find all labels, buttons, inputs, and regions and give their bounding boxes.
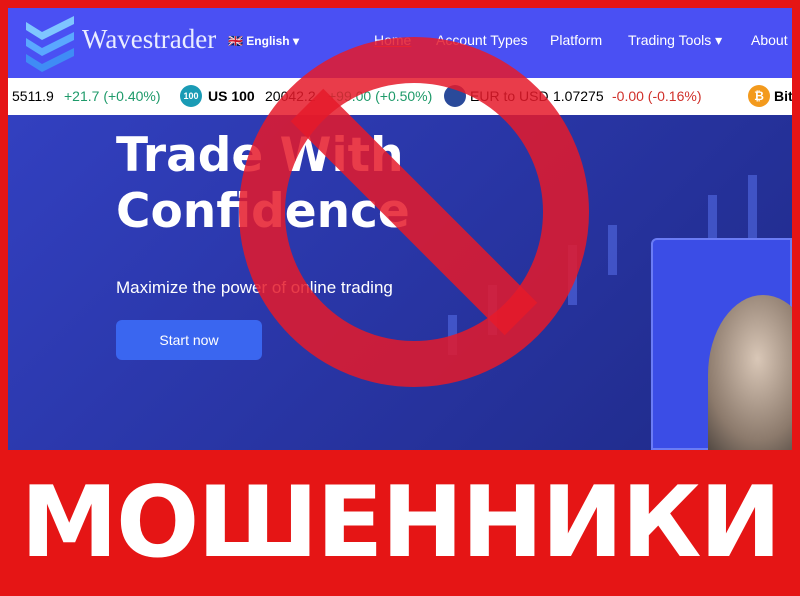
hero-subtitle: Maximize the power of online trading: [116, 278, 393, 297]
ticker-change: -0.00 (-0.16%): [612, 88, 702, 104]
eur-usd-flag-icon: [444, 85, 466, 107]
nav-home[interactable]: Home: [374, 32, 411, 48]
chart-candle: [608, 225, 617, 275]
hero-title: Trade With Confidence: [116, 128, 410, 240]
chart-candle: [568, 245, 577, 305]
nav-account-types[interactable]: Account Types: [436, 32, 528, 48]
nav-trading-tools[interactable]: Trading Tools ▾: [628, 32, 722, 49]
site-header: Wavestrader 🇬🇧 English ▾ Home Account Ty…: [8, 8, 792, 78]
ticker-name: Bit: [774, 88, 792, 104]
ticker-change: +21.7 (+0.40%): [64, 88, 161, 104]
chart-candle: [488, 285, 497, 335]
start-now-button[interactable]: Start now: [116, 320, 262, 360]
language-selector[interactable]: 🇬🇧 English ▾: [228, 34, 299, 48]
hero-title-line1: Trade With: [116, 128, 404, 183]
ticker-value: 20042.2: [265, 88, 316, 104]
chart-candle: [748, 175, 757, 245]
us100-icon: 100: [180, 85, 202, 107]
nav-about[interactable]: About: [751, 32, 788, 48]
ticker-value: 1.07275: [553, 88, 604, 104]
bitcoin-icon: ₿: [748, 85, 770, 107]
price-ticker: 5511.9 +21.7 (+0.40%) 100 US 100 20042.2…: [8, 78, 792, 115]
scam-warning-banner: МОШЕННИКИ: [0, 450, 800, 596]
ticker-change: +99.00 (+0.50%): [328, 88, 433, 104]
nav-trading-tools-label: Trading Tools: [628, 32, 712, 48]
brand-name: Wavestrader: [82, 24, 217, 54]
website-screenshot: Wavestrader 🇬🇧 English ▾ Home Account Ty…: [8, 8, 792, 450]
nav-platform[interactable]: Platform: [550, 32, 602, 48]
language-label: English: [246, 34, 290, 48]
chart-candle: [448, 315, 457, 355]
wave-logo-icon: [26, 16, 74, 72]
ticker-name: US 100: [208, 88, 255, 104]
ticker-value: 5511.9: [12, 88, 54, 104]
hero-title-line2: Confidence: [116, 184, 410, 239]
ticker-name: EUR to USD: [470, 88, 549, 104]
